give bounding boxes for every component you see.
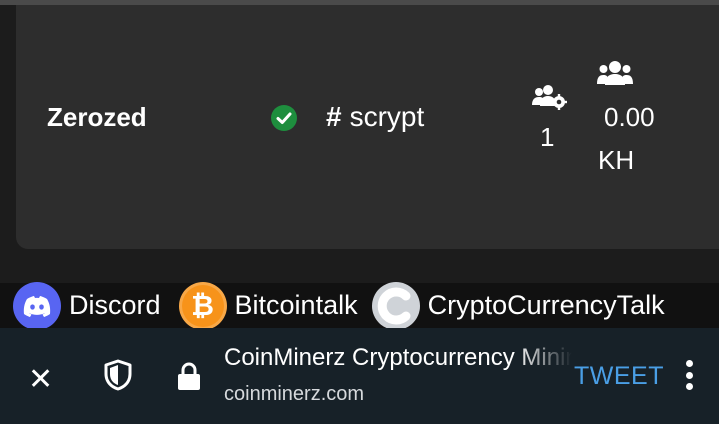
close-icon[interactable]: ✕ [28, 362, 53, 397]
cryptocurrencytalk-link[interactable]: CryptoCurrencyTalk [371, 281, 665, 330]
hashrate-value: 0.00 [604, 102, 655, 132]
bitcointalk-label: Bitcointalk [234, 290, 358, 320]
pool-name[interactable]: Zerozed [47, 102, 147, 133]
check-circle-icon [271, 105, 297, 131]
cct-icon [371, 281, 420, 330]
discord-icon [13, 281, 61, 330]
more-dot [685, 360, 693, 367]
shield-icon[interactable] [104, 359, 132, 391]
miners-count: 1 [540, 122, 555, 152]
hashtag-icon: # [326, 101, 342, 132]
lock-icon[interactable] [176, 361, 202, 391]
hashrate-unit: KH [598, 145, 635, 175]
discord-label: Discord [69, 290, 161, 320]
algorithm-label: scrypt [349, 101, 425, 132]
more-options-icon[interactable] [684, 360, 694, 390]
algorithm: # scrypt [326, 101, 424, 133]
community-links-bar: Discord ₿ Bitcointalk CryptoCurrencyTalk [0, 281, 719, 330]
tweet-button[interactable]: TWEET [574, 362, 664, 391]
bitcointalk-link[interactable]: ₿ Bitcointalk [178, 281, 358, 330]
page-url[interactable]: coinminerz.com [224, 383, 364, 406]
more-dot [685, 371, 693, 379]
more-dot [685, 383, 693, 390]
page-title[interactable]: CoinMinerz Cryptocurrency Mining Pool [224, 344, 572, 372]
discord-link[interactable]: Discord [13, 281, 161, 330]
bitcoin-icon: ₿ [178, 281, 227, 330]
cryptocurrencytalk-label: CryptoCurrencyTalk [427, 290, 665, 320]
users-icon [597, 61, 633, 85]
users-cog-icon [532, 85, 567, 110]
